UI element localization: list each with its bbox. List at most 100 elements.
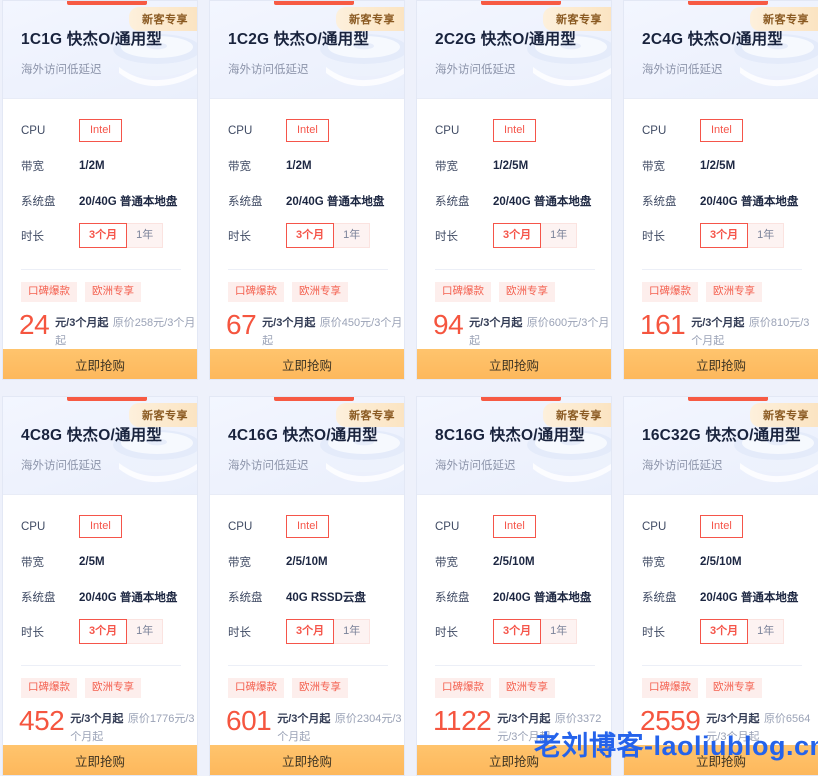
duration-option-3months[interactable]: 3个月 (286, 223, 335, 248)
product-card-7[interactable]: 新客专享 8C16G 快杰O/通用型 海外访问低延迟 CPU Intel 带宽 … (416, 396, 612, 776)
duration-toggle-group[interactable]: 3个月 1年 (79, 619, 164, 644)
duration-option-3months[interactable]: 3个月 (700, 223, 749, 248)
duration-option-3months[interactable]: 3个月 (700, 619, 749, 644)
buy-now-button[interactable]: 立即抢购 (624, 349, 818, 379)
duration-option-3months[interactable]: 3个月 (79, 223, 128, 248)
duration-option-1year[interactable]: 1年 (540, 223, 578, 248)
card-subtitle: 海外访问低延迟 (435, 64, 516, 76)
spec-list: CPU Intel 带宽 2/5/10M 系统盘 40G RSSD云盘 时长 3… (210, 495, 404, 657)
tag-list: 口碑爆款 欧洲专享 (3, 270, 197, 302)
product-card-3[interactable]: 新客专享 2C2G 快杰O/通用型 海外访问低延迟 CPU Intel 带宽 1… (416, 0, 612, 380)
price-amount: 24 (19, 309, 50, 340)
spec-value-disk: 20/40G 普通本地盘 (79, 591, 178, 604)
duration-toggle-group[interactable]: 3个月 1年 (493, 223, 578, 248)
spec-row-duration: 时长 3个月 1年 (21, 218, 181, 253)
duration-toggle-group[interactable]: 3个月 1年 (286, 619, 371, 644)
product-card-2[interactable]: 新客专享 1C2G 快杰O/通用型 海外访问低延迟 CPU Intel 带宽 1… (209, 0, 405, 380)
card-header: 新客专享 1C1G 快杰O/通用型 海外访问低延迟 (3, 1, 197, 99)
duration-option-1year[interactable]: 1年 (747, 619, 785, 644)
new-customer-ribbon: 新客专享 (543, 7, 611, 31)
cpu-chip-intel[interactable]: Intel (700, 119, 743, 142)
spec-label-bandwidth: 带宽 (435, 160, 458, 173)
spec-row-disk: 系统盘 20/40G 普通本地盘 (642, 183, 802, 218)
product-card-4[interactable]: 新客专享 2C4G 快杰O/通用型 海外访问低延迟 CPU Intel 带宽 1… (623, 0, 818, 380)
spec-row-cpu: CPU Intel (228, 509, 388, 544)
duration-toggle-group[interactable]: 3个月 1年 (79, 223, 164, 248)
spec-label-cpu: CPU (642, 520, 667, 533)
price-details: 元/3个月起 原价1776元/3个月起 (64, 708, 197, 745)
spec-value-bandwidth: 1/2/5M (493, 159, 529, 172)
duration-option-1year[interactable]: 1年 (540, 619, 578, 644)
spec-label-disk: 系统盘 (21, 195, 56, 208)
price-block: 601 元/3个月起 原价2304元/3个月起 (210, 698, 404, 745)
buy-now-button[interactable]: 立即抢购 (417, 745, 611, 775)
cpu-chip-intel[interactable]: Intel (493, 119, 536, 142)
tag-popular: 口碑爆款 (642, 282, 698, 302)
duration-option-3months[interactable]: 3个月 (493, 223, 542, 248)
card-header: 新客专享 1C2G 快杰O/通用型 海外访问低延迟 (210, 1, 404, 99)
spec-value-disk: 20/40G 普通本地盘 (286, 195, 385, 208)
duration-toggle-group[interactable]: 3个月 1年 (700, 619, 785, 644)
duration-option-3months[interactable]: 3个月 (79, 619, 128, 644)
duration-option-1year[interactable]: 1年 (333, 223, 371, 248)
buy-now-button[interactable]: 立即抢购 (3, 349, 197, 379)
spec-label-duration: 时长 (642, 626, 665, 639)
product-card-6[interactable]: 新客专享 4C16G 快杰O/通用型 海外访问低延迟 CPU Intel 带宽 … (209, 396, 405, 776)
spec-label-duration: 时长 (21, 230, 44, 243)
tag-list: 口碑爆款 欧洲专享 (210, 270, 404, 302)
spec-row-disk: 系统盘 20/40G 普通本地盘 (435, 183, 595, 218)
spec-label-disk: 系统盘 (642, 195, 677, 208)
card-accent-bar (688, 1, 768, 5)
buy-now-button[interactable]: 立即抢购 (210, 349, 404, 379)
duration-option-1year[interactable]: 1年 (126, 619, 164, 644)
card-accent-bar (481, 397, 561, 401)
spec-label-cpu: CPU (228, 124, 253, 137)
price-details: 元/3个月起 原价258元/3个月起 (49, 312, 197, 349)
price-details: 元/3个月起 原价6564元/3个月起 (700, 708, 818, 745)
price-unit: 元/3个月起 (497, 713, 551, 725)
duration-option-3months[interactable]: 3个月 (493, 619, 542, 644)
spec-label-cpu: CPU (642, 124, 667, 137)
spec-label-bandwidth: 带宽 (228, 160, 251, 173)
price-unit: 元/3个月起 (262, 317, 316, 329)
spec-row-disk: 系统盘 20/40G 普通本地盘 (435, 579, 595, 614)
cpu-chip-intel[interactable]: Intel (286, 515, 329, 538)
duration-option-3months[interactable]: 3个月 (286, 619, 335, 644)
spec-row-disk: 系统盘 40G RSSD云盘 (228, 579, 388, 614)
buy-now-button[interactable]: 立即抢购 (210, 745, 404, 775)
tag-list: 口碑爆款 欧洲专享 (624, 666, 818, 698)
duration-option-1year[interactable]: 1年 (333, 619, 371, 644)
cpu-chip-intel[interactable]: Intel (79, 515, 122, 538)
tag-europe: 欧洲专享 (706, 678, 762, 698)
spec-value-bandwidth: 1/2M (286, 159, 312, 172)
buy-now-button[interactable]: 立即抢购 (624, 745, 818, 775)
tag-list: 口碑爆款 欧洲专享 (210, 666, 404, 698)
duration-option-1year[interactable]: 1年 (747, 223, 785, 248)
buy-now-button[interactable]: 立即抢购 (3, 745, 197, 775)
duration-toggle-group[interactable]: 3个月 1年 (286, 223, 371, 248)
buy-now-button[interactable]: 立即抢购 (417, 349, 611, 379)
cpu-chip-intel[interactable]: Intel (700, 515, 743, 538)
duration-option-1year[interactable]: 1年 (126, 223, 164, 248)
spec-value-disk: 20/40G 普通本地盘 (493, 591, 592, 604)
spec-label-bandwidth: 带宽 (435, 556, 458, 569)
cpu-chip-intel[interactable]: Intel (286, 119, 329, 142)
spec-value-disk: 20/40G 普通本地盘 (79, 195, 178, 208)
cpu-chip-intel[interactable]: Intel (79, 119, 122, 142)
duration-toggle-group[interactable]: 3个月 1年 (493, 619, 578, 644)
product-card-8[interactable]: 新客专享 16C32G 快杰O/通用型 海外访问低延迟 CPU Intel 带宽… (623, 396, 818, 776)
spec-list: CPU Intel 带宽 2/5M 系统盘 20/40G 普通本地盘 时长 3个… (3, 495, 197, 657)
spec-row-duration: 时长 3个月 1年 (642, 614, 802, 649)
tag-popular: 口碑爆款 (435, 678, 491, 698)
product-card-1[interactable]: 新客专享 1C1G 快杰O/通用型 海外访问低延迟 CPU Intel 带宽 1… (2, 0, 198, 380)
spec-label-bandwidth: 带宽 (228, 556, 251, 569)
duration-toggle-group[interactable]: 3个月 1年 (700, 223, 785, 248)
product-card-5[interactable]: 新客专享 4C8G 快杰O/通用型 海外访问低延迟 CPU Intel 带宽 2… (2, 396, 198, 776)
spec-row-cpu: CPU Intel (642, 113, 802, 148)
tag-popular: 口碑爆款 (228, 678, 284, 698)
price-block: 24 元/3个月起 原价258元/3个月起 (3, 302, 197, 349)
price-unit: 元/3个月起 (55, 317, 109, 329)
card-header: 新客专享 4C8G 快杰O/通用型 海外访问低延迟 (3, 397, 197, 495)
price-amount: 67 (226, 309, 257, 340)
cpu-chip-intel[interactable]: Intel (493, 515, 536, 538)
